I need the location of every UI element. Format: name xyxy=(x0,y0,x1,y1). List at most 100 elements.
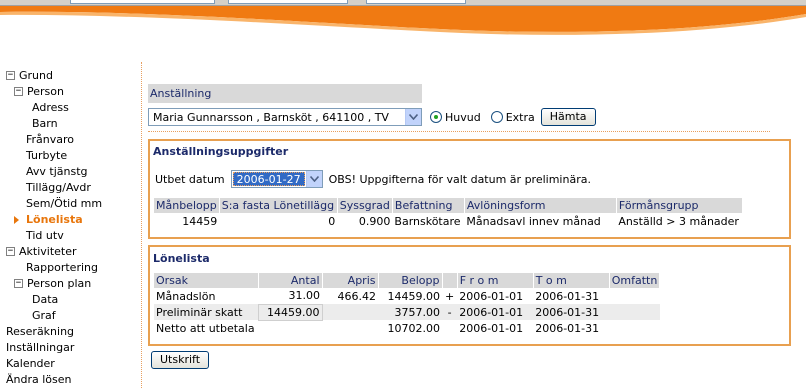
employment-details-table: Månbelopp S:a fasta Lönetillägg Syssgrad… xyxy=(154,198,743,229)
sidebar-item-label: Ändra lösen xyxy=(6,373,72,386)
employment-selector-row: Maria Gunnarsson , Barnsköt , 641100 , T… xyxy=(148,107,798,127)
scope-cell xyxy=(609,288,660,304)
benefit-group-cell: Anställd > 3 månader xyxy=(618,214,739,228)
reason-cell: Preliminär skatt xyxy=(154,304,258,320)
employment-details-title: Anställningsuppgifter xyxy=(153,145,289,158)
main-content: Anställning Maria Gunnarsson , Barnsköt … xyxy=(148,84,798,346)
table-header-row: Orsak Antal Apris Belopp F r o m T o m O… xyxy=(154,273,661,288)
radio-extra[interactable] xyxy=(490,111,503,123)
payroll-table: Orsak Antal Apris Belopp F r o m T o m O… xyxy=(154,273,661,336)
sidebar-item[interactable]: Barn xyxy=(6,116,136,132)
sidebar-item[interactable]: Adress xyxy=(6,100,136,116)
sidebar-item[interactable]: Graf xyxy=(6,308,136,324)
sidebar-item-label: Inställningar xyxy=(6,341,75,354)
fetch-button[interactable]: Hämta xyxy=(540,108,596,126)
sidebar-item[interactable]: Ändra lösen xyxy=(6,372,136,388)
sidebar-item[interactable]: − Person plan xyxy=(6,276,136,292)
employment-select-value: Maria Gunnarsson , Barnsköt , 641100 , T… xyxy=(153,110,389,124)
from-date-cell: 2006-01-01 xyxy=(459,321,524,335)
collapse-toggle-icon[interactable]: − xyxy=(14,278,23,288)
quantity-cell xyxy=(258,320,322,336)
payout-date-row: Utbet datum 2006-01-27 OBS! Uppgifterna … xyxy=(150,169,789,189)
table-row: 14459 0 0.900 Barnskötare Månadsavl inne… xyxy=(154,213,742,229)
sidebar-item[interactable]: Lönelista xyxy=(6,212,136,228)
sidebar-item-label: Data xyxy=(32,293,59,306)
quantity-cell: 14459.00 xyxy=(257,303,323,321)
to-date-cell: 2006-01-31 xyxy=(535,289,600,303)
quantity-cell: 31.00 xyxy=(288,289,321,303)
collapse-toggle-icon[interactable]: − xyxy=(6,246,15,256)
from-date-cell: 2006-01-01 xyxy=(459,289,524,303)
unit-price-cell xyxy=(322,304,378,320)
sidebar-item-label: Turbyte xyxy=(26,149,68,162)
monthly-amount-cell: 14459 xyxy=(182,214,218,228)
amount-cell: 3757.00 xyxy=(378,304,442,320)
payout-date-value: 2006-01-27 xyxy=(232,172,305,186)
sidebar-item[interactable]: − Person xyxy=(6,84,136,100)
section-separator xyxy=(148,131,770,132)
sidebar-item[interactable]: − Grund xyxy=(6,68,136,84)
sidebar-item[interactable]: − Aktiviteter xyxy=(6,244,136,260)
column-header: Syssgrad xyxy=(337,198,393,213)
column-header: Orsak xyxy=(154,273,259,288)
pay-form-cell: Månadsavl innev månad xyxy=(466,214,601,228)
chevron-down-icon[interactable] xyxy=(305,171,322,187)
employment-header: Anställning xyxy=(148,84,422,103)
employment-select[interactable]: Maria Gunnarsson , Barnsköt , 641100 , T… xyxy=(148,108,422,126)
sidebar-item[interactable]: Sem/Ötid mm xyxy=(6,196,136,212)
sign-cell: - xyxy=(442,304,458,320)
print-button[interactable]: Utskrift xyxy=(151,351,210,369)
employment-rate-cell: 0.900 xyxy=(358,214,391,228)
column-header-sign xyxy=(442,273,458,288)
chevron-down-icon[interactable] xyxy=(405,109,421,125)
payroll-panel: Lönelista Orsak Antal Apris Belopp F r o… xyxy=(148,245,791,346)
sidebar-item[interactable]: Frånvaro xyxy=(6,132,136,148)
column-header: Apris xyxy=(322,273,379,288)
collapse-toggle-icon[interactable]: − xyxy=(14,86,23,96)
sidebar-item[interactable]: Tid utv xyxy=(6,228,136,244)
column-header: Antal xyxy=(258,273,323,288)
collapse-toggle-icon[interactable]: − xyxy=(6,70,15,80)
from-date-cell: 2006-01-01 xyxy=(457,304,534,320)
sidebar-item[interactable]: Reseräkning xyxy=(6,324,136,340)
sidebar-item-label: Sem/Ötid mm xyxy=(26,197,103,210)
radio-extra-label: Extra xyxy=(505,110,535,124)
table-row: Netto att utbetala 10702.00 2006-01-01 2006… xyxy=(154,320,660,336)
sidebar-item-label: Grund xyxy=(19,69,53,82)
reason-cell: Månadslön xyxy=(156,289,216,303)
sidebar-item[interactable]: Kalender xyxy=(6,356,136,372)
sidebar-item[interactable]: Data xyxy=(6,292,136,308)
radio-main[interactable] xyxy=(430,111,442,123)
column-header: Belopp xyxy=(378,273,443,288)
header-swoosh-banner xyxy=(0,6,806,35)
column-header: Omfattn xyxy=(609,273,661,288)
sidebar-item-label: Adress xyxy=(32,101,69,114)
payout-date-label: Utbet datum xyxy=(155,172,225,186)
toolbar-field xyxy=(228,0,348,4)
sidebar-tree: − Grund − Person Adress Barn Frånvaro Turbyte Av… xyxy=(6,68,136,388)
sidebar-item[interactable]: Inställningar xyxy=(6,340,136,356)
sidebar-item-label: Lönelista xyxy=(26,213,83,226)
employment-details-panel: Anställningsuppgifter Utbet datum 2006-0… xyxy=(148,139,791,239)
sign-cell: + xyxy=(445,289,455,303)
to-date-cell: 2006-01-31 xyxy=(533,304,610,320)
scope-cell xyxy=(609,304,660,320)
column-header: F r o m xyxy=(457,273,534,288)
sidebar-item[interactable]: Tillägg/Avdr xyxy=(6,180,136,196)
sidebar-item[interactable]: Turbyte xyxy=(6,148,136,164)
column-header: T o m xyxy=(533,273,610,288)
unit-price-cell: 466.42 xyxy=(337,289,377,303)
column-header: S:a fasta Lönetillägg xyxy=(219,198,338,213)
payout-date-select[interactable]: 2006-01-27 xyxy=(230,170,323,188)
column-header: Befattning xyxy=(392,198,465,213)
amount-cell: 14459.00 xyxy=(387,289,441,303)
sidebar-item-label: Tid utv xyxy=(26,229,64,242)
radio-main-label: Huvud xyxy=(445,110,481,124)
sidebar-item[interactable]: Avv tjänstg xyxy=(6,164,136,180)
sidebar-item-label: Kalender xyxy=(6,357,55,370)
sidebar-item[interactable]: Rapportering xyxy=(6,260,136,276)
fixed-supplements-cell: 0 xyxy=(328,214,336,228)
column-header: Förmånsgrupp xyxy=(616,198,743,213)
column-header: Månbelopp xyxy=(154,198,220,213)
payroll-title: Lönelista xyxy=(153,252,210,265)
